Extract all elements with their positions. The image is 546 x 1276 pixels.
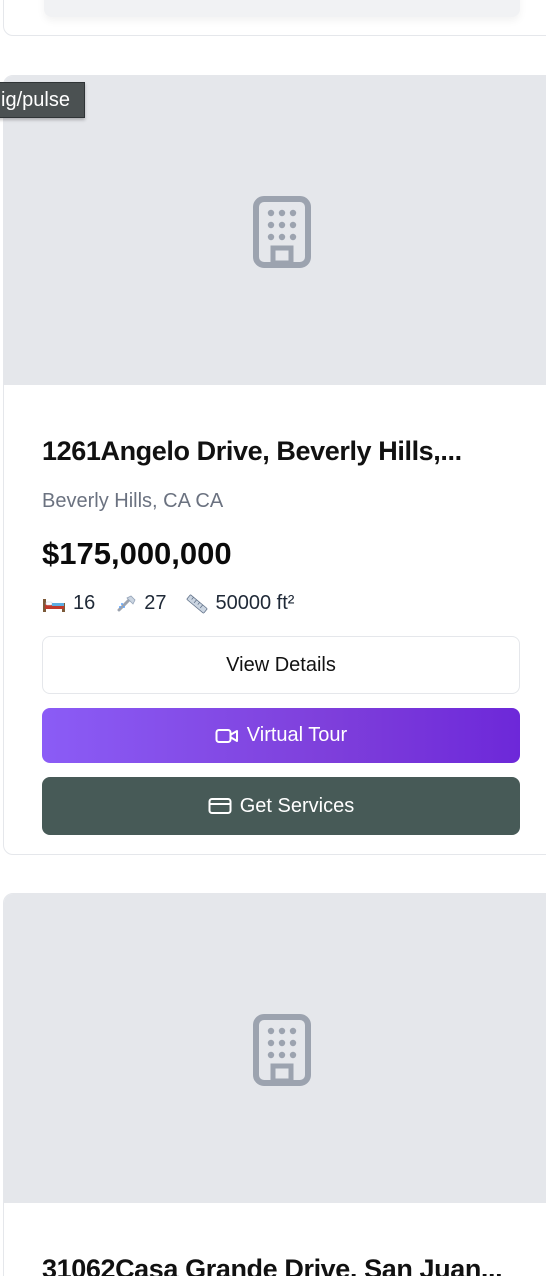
previous-card-button-shadow [44, 0, 520, 17]
listing-stats: 16 27 50000 ft² [42, 592, 312, 615]
building-icon [253, 1014, 311, 1086]
listing-title[interactable]: 1261Angelo Drive, Beverly Hills,... [42, 436, 520, 467]
view-details-label: View Details [226, 653, 336, 676]
listing-location: Beverly Hills, CA CA [42, 490, 224, 512]
video-camera-icon [215, 728, 238, 743]
listing-price: $175,000,000 [42, 536, 232, 571]
listing-card: 1261Angelo Drive, Beverly Hills,... Beve… [3, 75, 546, 855]
area-value: 50000 ft² [215, 592, 295, 614]
ruler-icon [186, 594, 207, 613]
page: 1261Angelo Drive, Beverly Hills,... Beve… [0, 0, 546, 1276]
previous-listing-card [3, 0, 546, 36]
area-stat: 50000 ft² [185, 592, 295, 615]
credit-card-icon [208, 798, 232, 814]
get-services-button[interactable]: Get Services [42, 777, 520, 835]
beds-count: 16 [73, 592, 96, 614]
listing-title[interactable]: 31062Casa Grande Drive, San Juan... [42, 1254, 520, 1276]
virtual-tour-button[interactable]: Virtual Tour [42, 708, 520, 763]
class-tooltip: ig/pulse [0, 82, 85, 118]
beds-stat: 16 [42, 592, 95, 615]
listing-image-placeholder[interactable] [4, 76, 546, 385]
shower-icon [117, 595, 136, 611]
building-icon [253, 196, 311, 268]
baths-count: 27 [144, 592, 167, 614]
baths-stat: 27 [113, 592, 167, 615]
get-services-label: Get Services [239, 794, 355, 817]
view-details-button[interactable]: View Details [42, 636, 520, 694]
bed-icon [43, 598, 65, 612]
listing-image-placeholder[interactable] [4, 894, 546, 1203]
listing-card: 31062Casa Grande Drive, San Juan... [3, 893, 546, 1276]
virtual-tour-label: Virtual Tour [246, 724, 348, 746]
